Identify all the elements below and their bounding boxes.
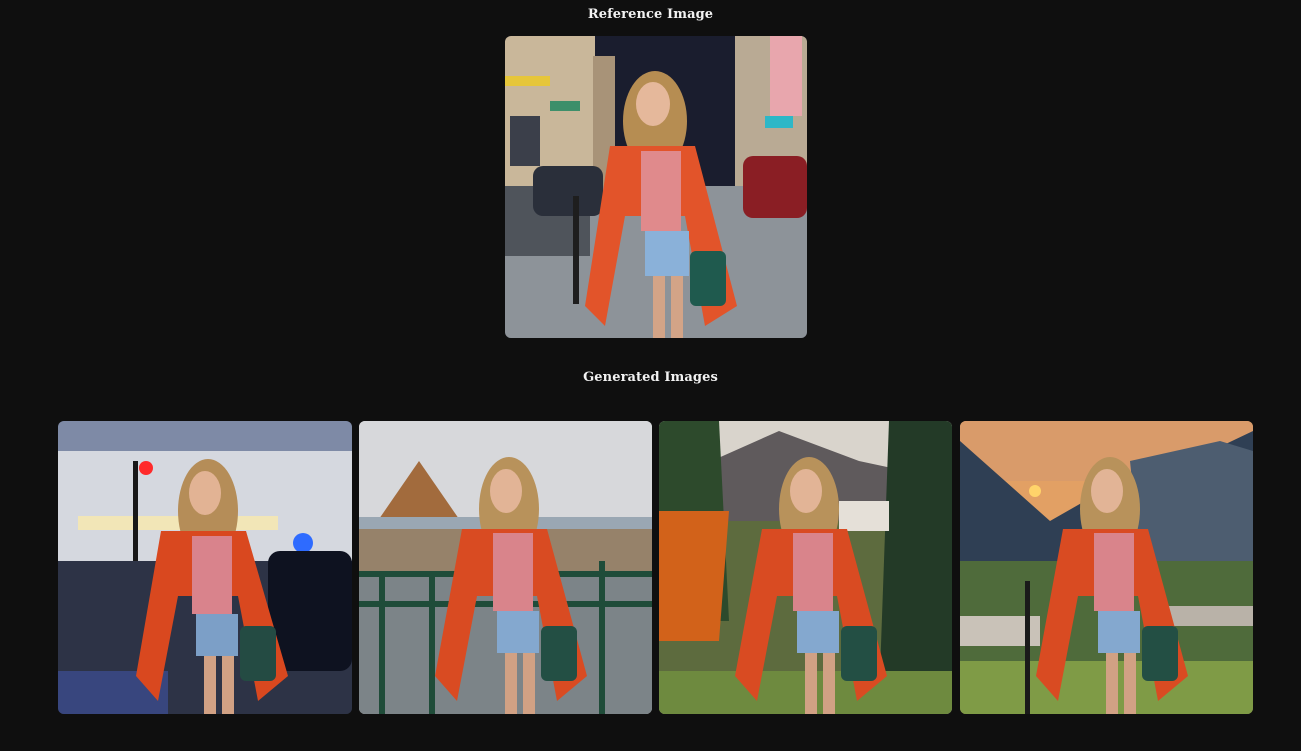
- generated-image-4[interactable]: [960, 421, 1253, 714]
- reference-image-heading: Reference Image: [587, 7, 714, 22]
- generated-image-3[interactable]: [659, 421, 952, 714]
- generated-images-heading: Generated Images: [583, 370, 718, 385]
- generated-image-1[interactable]: [58, 421, 352, 714]
- image-comparison-page: Reference Image Generated Images: [0, 0, 1301, 751]
- reference-image[interactable]: [505, 36, 807, 338]
- generated-image-2[interactable]: [359, 421, 652, 714]
